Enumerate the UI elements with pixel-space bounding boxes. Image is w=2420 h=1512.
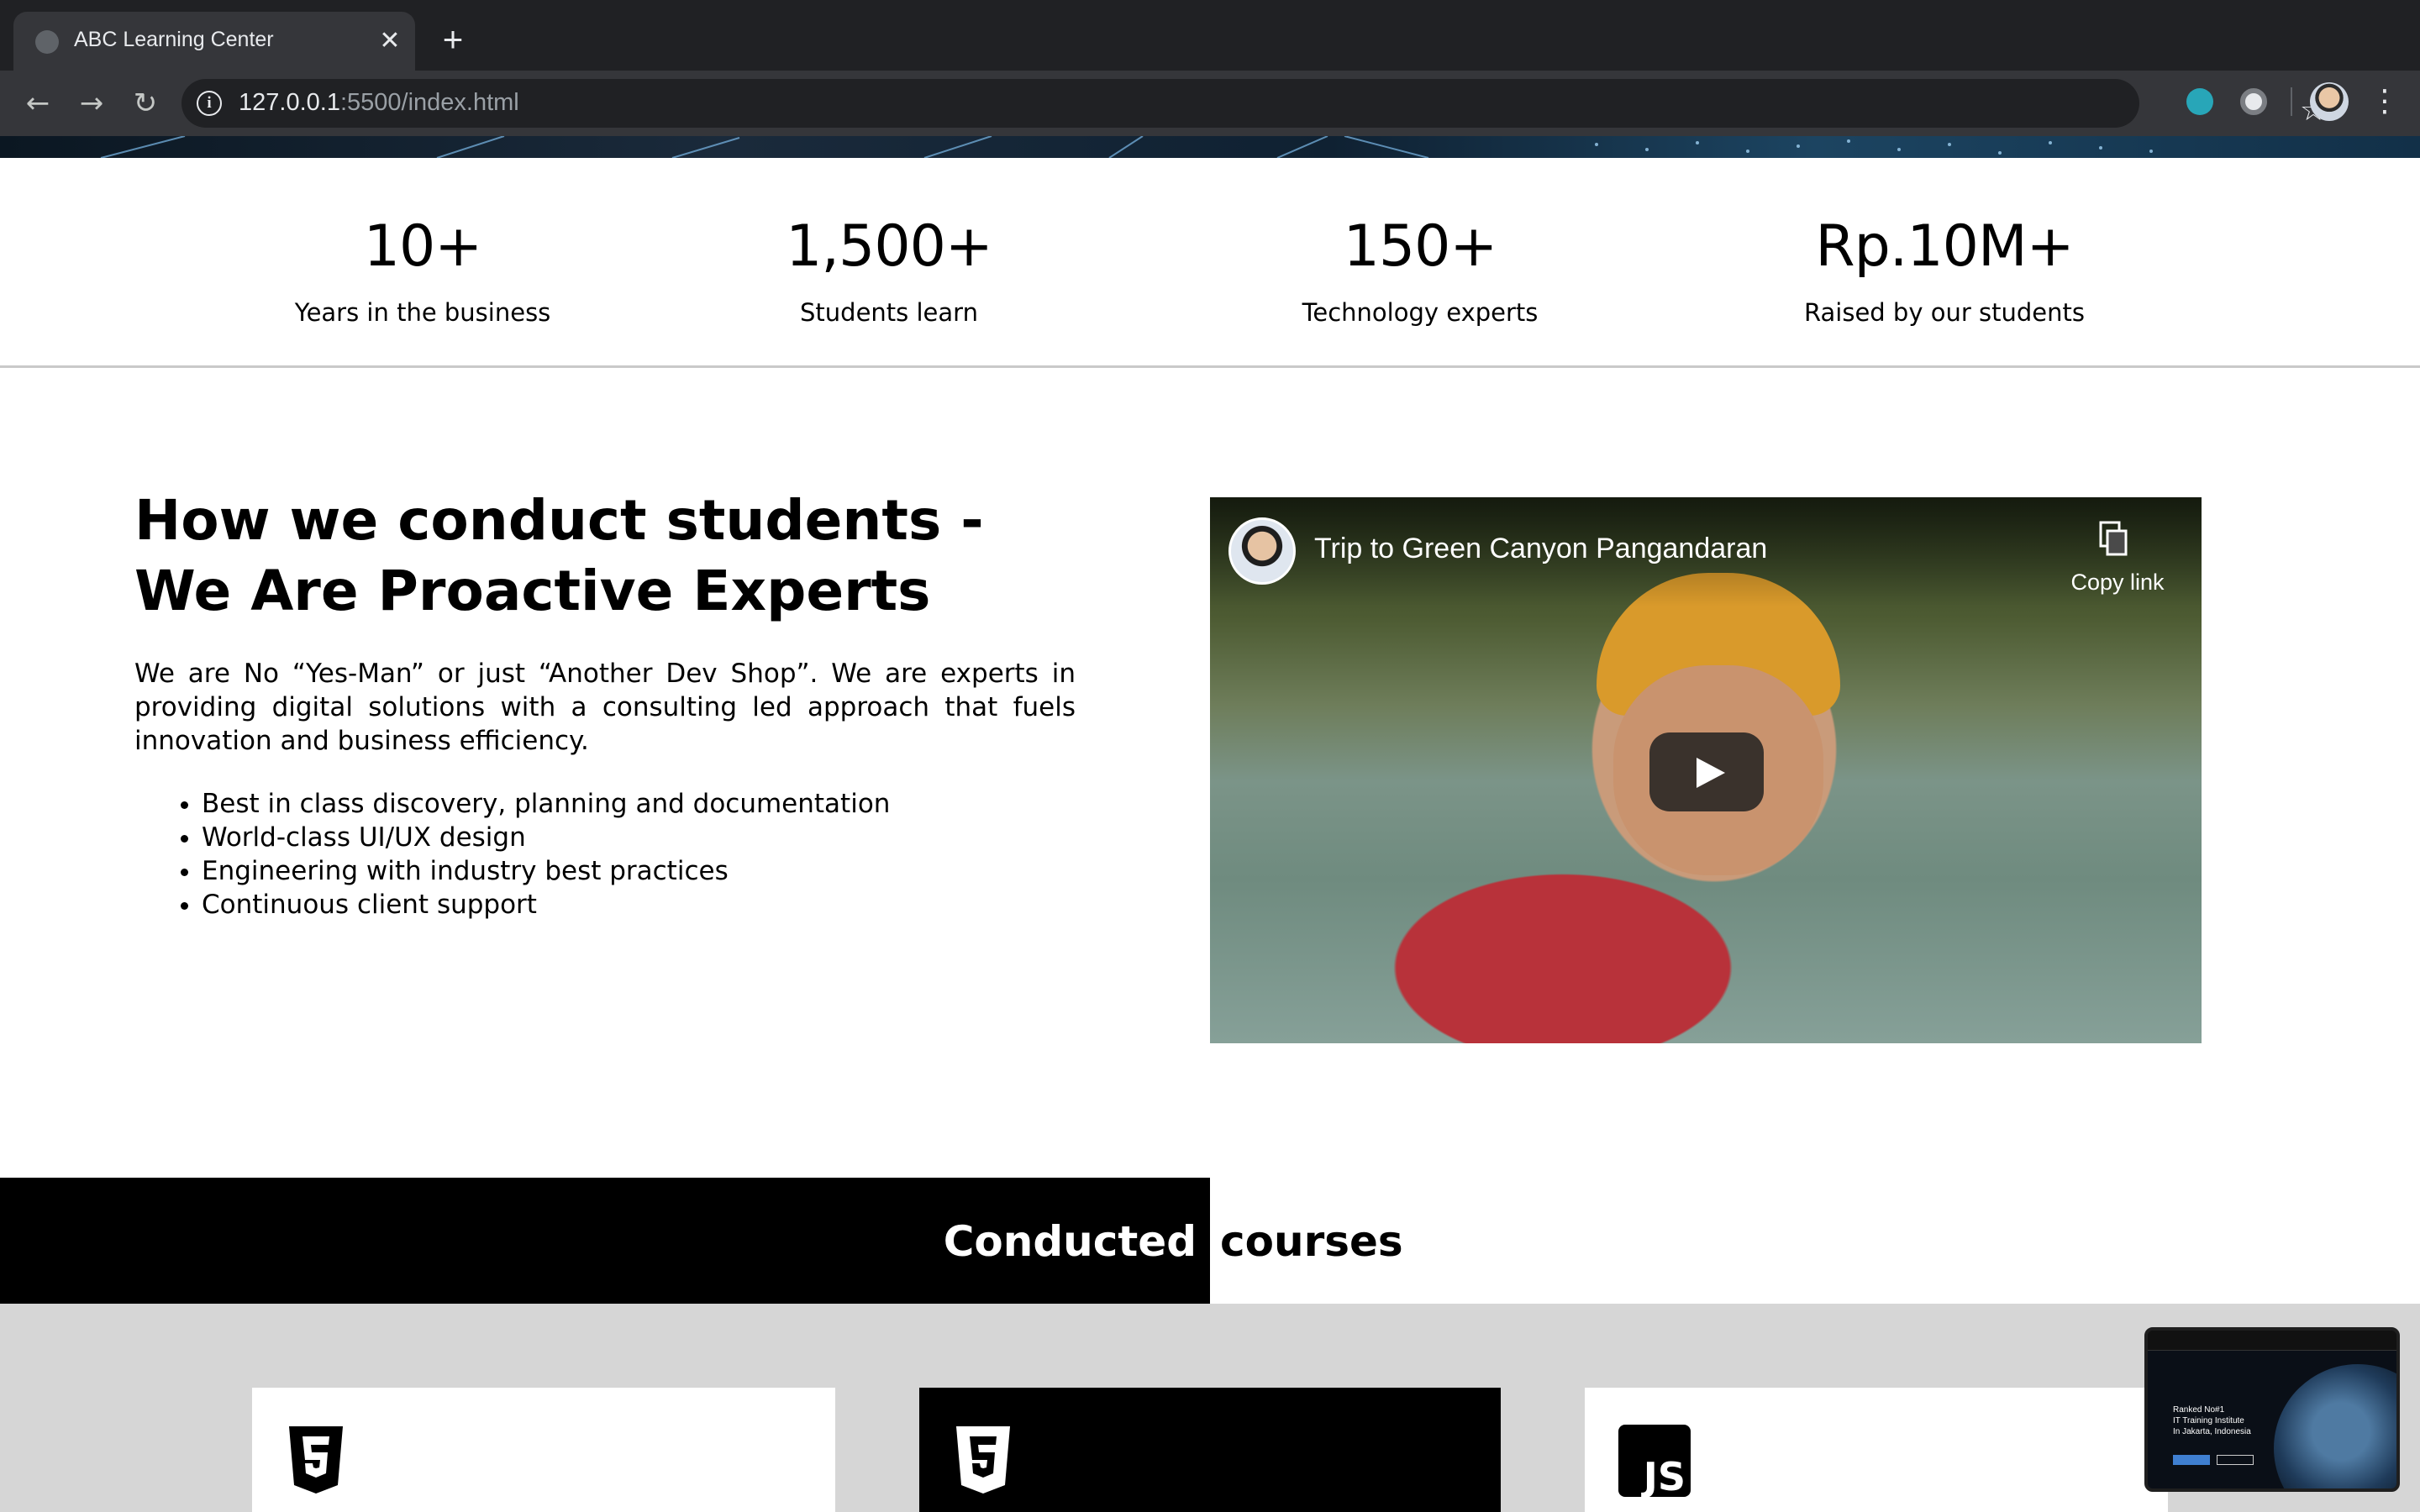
play-button[interactable]	[1649, 732, 1764, 811]
stat-item: Rp.10M+ Raised by our students	[1726, 213, 2163, 328]
copy-link-button[interactable]: Copy link	[2067, 570, 2168, 596]
about-points-list: Best in class discovery, planning and do…	[202, 787, 1042, 921]
stats-section: 10+ Years in the business 1,500+ Student…	[0, 158, 2420, 368]
globe-icon	[35, 30, 59, 54]
svg-text:JS: JS	[1641, 1454, 1686, 1497]
stat-value: 1,500+	[786, 213, 993, 280]
extension-record-icon[interactable]	[2240, 88, 2267, 115]
tab-title: ABC Learning Center	[74, 28, 274, 51]
stat-item: 1,500+ Students learn	[671, 213, 1107, 328]
pip-browser-bar	[2148, 1331, 2396, 1351]
circuit-pattern-graphic	[100, 136, 2153, 158]
browser-tab-bar: ABC Learning Center ✕ +	[0, 0, 2420, 71]
picture-in-picture-preview[interactable]: Ranked No#1 IT Training Institute In Jak…	[2144, 1327, 2400, 1492]
profile-avatar[interactable]	[2310, 82, 2349, 121]
list-item: Best in class discovery, planning and do…	[202, 787, 1042, 821]
stat-label: Raised by our students	[1804, 298, 2085, 327]
about-heading: How we conduct students - We Are Proacti…	[134, 488, 984, 623]
back-arrow-icon[interactable]: ←	[17, 82, 59, 124]
video-player[interactable]: Trip to Green Canyon Pangandaran Copy li…	[1210, 497, 2202, 1043]
stat-value: Rp.10M+	[1815, 213, 2074, 280]
url-path: :5500/index.html	[339, 89, 519, 116]
browser-toolbar: ← → ↻ i 127.0.0.1:5500/index.html ☆	[0, 71, 2420, 136]
toolbar-divider	[2291, 87, 2292, 116]
pip-hero-text: Ranked No#1 IT Training Institute In Jak…	[2173, 1405, 2251, 1436]
kebab-menu-icon[interactable]: ⋮	[2370, 81, 2400, 123]
stat-item: 150+ Technology experts	[1202, 213, 1639, 328]
video-title[interactable]: Trip to Green Canyon Pangandaran	[1314, 533, 1767, 565]
course-card-html[interactable]	[252, 1388, 835, 1512]
stat-item: 10+ Years in the business	[204, 213, 641, 328]
list-item: World-class UI/UX design	[202, 821, 1042, 854]
html5-icon	[289, 1426, 343, 1494]
stat-value: 150+	[1343, 213, 1498, 280]
about-description: We are No “Yes-Man” or just “Another Dev…	[134, 659, 1076, 756]
stat-label: Students learn	[800, 298, 978, 327]
stat-value: 10+	[363, 213, 483, 280]
stat-label: Years in the business	[294, 298, 551, 327]
css3-icon	[956, 1426, 1010, 1494]
stat-label: Technology experts	[1302, 298, 1539, 327]
courses-heading-part2: courses	[1220, 1217, 1403, 1266]
url-host: 127.0.0.1	[239, 89, 340, 116]
js-icon: JS	[1618, 1425, 1691, 1497]
browser-tab[interactable]: ABC Learning Center ✕	[13, 12, 415, 71]
close-tab-icon[interactable]: ✕	[373, 24, 407, 58]
address-bar[interactable]: i 127.0.0.1:5500/index.html ☆	[182, 79, 2327, 128]
pip-globe-graphic	[2274, 1364, 2396, 1488]
url-text[interactable]: 127.0.0.1:5500/index.html	[239, 89, 519, 117]
reload-icon[interactable]: ↻	[124, 82, 166, 124]
courses-heading-band: Conducted courses	[0, 1178, 2420, 1304]
courses-section: JS	[0, 1304, 2420, 1512]
courses-heading-part1: Conducted	[943, 1217, 1197, 1266]
pip-primary-button	[2173, 1455, 2210, 1465]
course-card-js[interactable]: JS	[1585, 1388, 2168, 1512]
channel-avatar[interactable]	[1228, 517, 1296, 585]
list-item: Continuous client support	[202, 888, 1042, 921]
pip-secondary-button	[2217, 1455, 2254, 1465]
new-tab-button[interactable]: +	[434, 22, 472, 60]
list-item: Engineering with industry best practices	[202, 854, 1042, 888]
extension-icon[interactable]	[2186, 88, 2213, 115]
hero-image-strip	[0, 136, 2420, 158]
info-icon[interactable]: i	[197, 91, 222, 116]
course-card-css[interactable]	[919, 1388, 1501, 1512]
copy-icon[interactable]	[2097, 521, 2131, 558]
forward-arrow-icon[interactable]: →	[71, 82, 113, 124]
